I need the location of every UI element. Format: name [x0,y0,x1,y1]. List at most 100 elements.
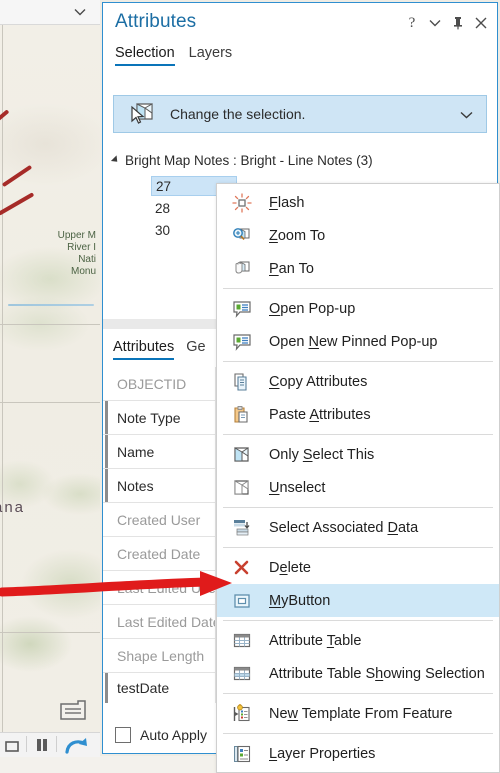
close-icon[interactable] [471,13,491,33]
rectangle-tool-icon[interactable] [4,737,20,758]
map-topbar [0,0,100,25]
menu-item-label: Delete [269,559,311,576]
menu-item-flash[interactable]: Flash [217,186,499,219]
toolbar-separator [26,736,27,752]
map-canvas[interactable]: Upper M River I Nati Monu ana [0,24,100,732]
paste-icon [229,404,255,426]
toolbar-separator [56,736,57,752]
new-template-icon [229,703,255,725]
flash-icon [229,192,255,214]
pane-header-buttons: ? [402,13,491,33]
menu-item-label: Open Pop-up [269,300,356,317]
field-label: Last Edited Date [117,613,221,630]
tree-item-label: 28 [155,200,171,216]
chevron-down-icon[interactable] [74,5,86,19]
menu-item-only-select-this[interactable]: Only Select This [217,438,499,471]
menu-separator [223,693,493,694]
menu-item-zoom-to[interactable]: Zoom To [217,219,499,252]
only-select-icon [229,444,255,466]
menu-item-unselect[interactable]: Unselect [217,471,499,504]
chevron-down-icon[interactable] [425,13,445,33]
pan-to-icon [229,258,255,280]
pause-icon[interactable] [34,737,50,758]
map-road-line [1,164,33,188]
redo-icon[interactable] [64,737,90,760]
menu-item-label: Zoom To [269,227,326,244]
tree-item-label: 30 [155,222,171,238]
tree-root-label: Bright Map Notes : Bright - Line Notes (… [125,153,373,168]
tree-root-node[interactable]: Bright Map Notes : Bright - Line Notes (… [110,153,373,168]
menu-item-label: Attribute Table Showing Selection [269,665,485,682]
field-label: OBJECTID [117,375,187,392]
menu-item-label: Only Select This [269,446,375,463]
menu-item-layer-properties[interactable]: Layer Properties [217,737,499,770]
auto-apply-checkbox[interactable] [115,727,131,743]
attribute-table-icon [229,630,255,652]
select-features-icon [128,101,158,127]
expand-triangle-icon[interactable] [110,155,121,165]
field-label: Name [117,443,155,460]
menu-item-select-associated-data[interactable]: Select Associated Data [217,511,499,544]
page-title: Attributes [115,11,197,32]
map-label-0: Upper M [57,230,96,241]
menu-item-open-popup[interactable]: Open Pop-up [217,292,499,325]
map-road-line [0,192,35,216]
menu-item-new-template-from-feature[interactable]: New Template From Feature [217,697,499,730]
menu-item-label: Layer Properties [269,745,376,762]
menu-item-copy-attributes[interactable]: Copy Attributes [217,365,499,398]
change-selection-dropdown[interactable]: Change the selection. [113,95,487,133]
map-bottom-toolbar [0,732,100,757]
tab-attributes[interactable]: Attributes [113,335,175,360]
field-label: Created Date [117,545,201,562]
tab-layers[interactable]: Layers [189,45,233,66]
context-menu: Flash Zoom To Pan To Open Pop-up Open Ne… [216,183,500,773]
tab-geography[interactable]: Ge [186,335,205,360]
menu-separator [223,361,493,362]
menu-item-label: Paste Attributes [269,406,371,423]
pin-icon[interactable] [448,13,468,33]
map-gridline [2,24,3,732]
menu-item-open-new-pinned-popup[interactable]: Open New Pinned Pop-up [217,325,499,358]
menu-item-delete[interactable]: Delete [217,551,499,584]
auto-apply-label: Auto Apply [140,727,207,743]
menu-item-label: MyButton [269,592,331,609]
tree-item-label: 27 [156,178,172,194]
bookmark-icon[interactable] [58,698,88,722]
menu-item-label: Unselect [269,479,326,496]
menu-item-label: Copy Attributes [269,373,368,390]
popup-icon [229,298,255,320]
menu-item-mybutton[interactable]: MyButton [217,584,499,617]
menu-item-attribute-table[interactable]: Attribute Table [217,624,499,657]
select-associated-data-icon [229,517,255,539]
field-label: Shape Length [117,647,205,664]
menu-item-attribute-table-showing-selection[interactable]: Attribute Table Showing Selection [217,657,499,690]
map-gridline [0,402,100,403]
layer-properties-icon [229,743,255,765]
attribute-table-selection-icon [229,663,255,685]
field-accent-bar [105,435,108,468]
menu-separator [223,288,493,289]
change-selection-label: Change the selection. [170,106,306,122]
map-label-3: Monu [70,266,96,277]
tab-selection[interactable]: Selection [115,45,175,66]
zoom-to-icon [229,225,255,247]
field-label: Last Edited Use [117,579,216,596]
menu-item-label: Flash [269,194,305,211]
field-accent-bar [105,673,108,703]
menu-item-paste-attributes[interactable]: Paste Attributes [217,398,499,431]
map-gridline [0,324,100,325]
field-accent-bar [105,401,108,434]
menu-item-pan-to[interactable]: Pan To [217,252,499,285]
menu-item-label: Pan To [269,260,314,277]
map-river [8,304,94,306]
menu-separator [223,733,493,734]
pinned-popup-icon [229,331,255,353]
menu-separator [223,547,493,548]
field-label: testDate [117,680,170,696]
help-icon[interactable]: ? [402,13,422,33]
pane-header: Attributes ? [103,3,497,45]
copy-icon [229,371,255,393]
map-state-label: ana [0,499,26,516]
chevron-down-icon[interactable] [460,107,473,122]
map-label-2: Nati [78,254,96,265]
